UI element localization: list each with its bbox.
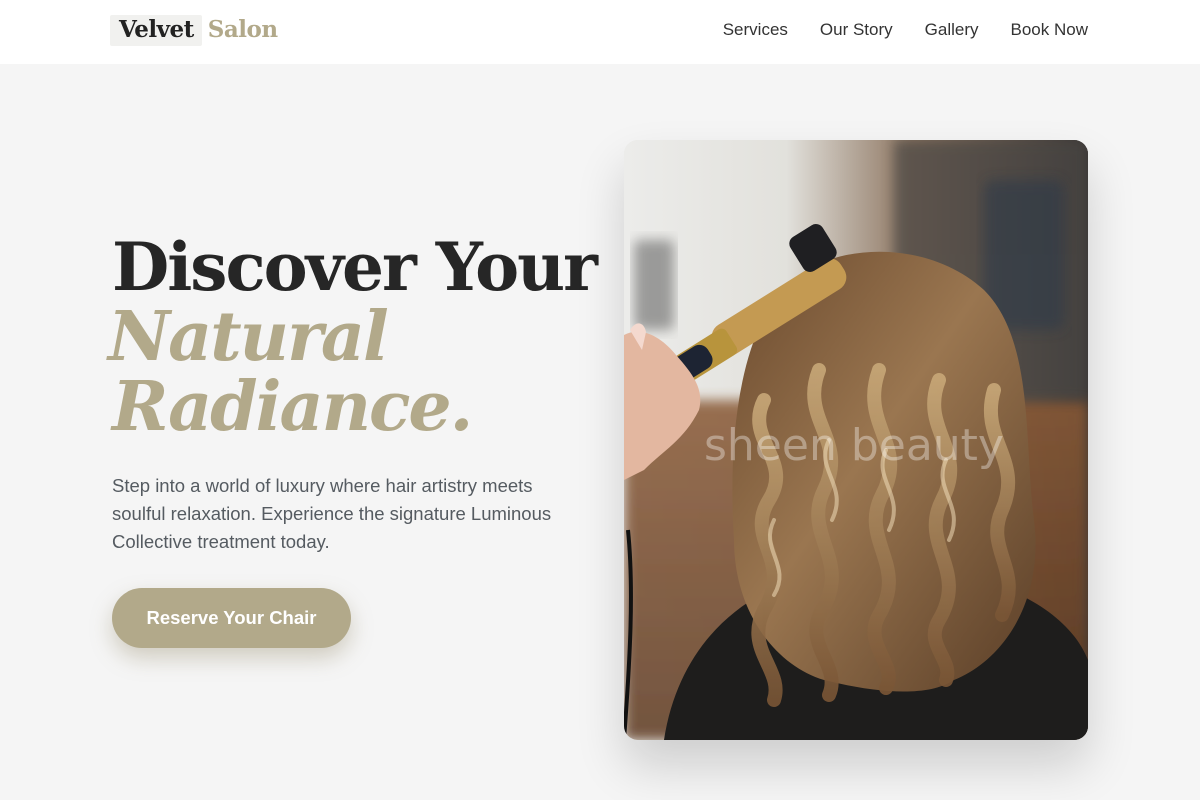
- nav-book-now-link[interactable]: Book Now: [1011, 20, 1088, 40]
- hero-title-line3: Radiance.: [112, 367, 473, 447]
- logo-word: Velvet: [110, 15, 202, 46]
- hero-photo: sheen beauty: [624, 140, 1088, 740]
- logo-accent: Salon: [207, 16, 278, 43]
- hero-title: Discover Your Natural Radiance.: [108, 228, 598, 447]
- nav-gallery-link[interactable]: Gallery: [925, 20, 979, 40]
- nav-services-link[interactable]: Services: [723, 20, 788, 40]
- hero-description: Step into a world of luxury where hair a…: [112, 475, 552, 552]
- hair-styling-illustration: sheen beauty: [624, 140, 1088, 740]
- logo[interactable]: Velvet Salon: [110, 15, 278, 46]
- main-nav: Services Our Story Gallery Book Now: [723, 20, 1088, 40]
- photo-watermark: sheen beauty: [704, 420, 1004, 471]
- reserve-chair-button[interactable]: Reserve Your Chair: [112, 588, 351, 648]
- site-header: Velvet Salon Services Our Story Gallery …: [0, 0, 1200, 64]
- nav-our-story-link[interactable]: Our Story: [820, 20, 893, 40]
- hero-title-line1: Discover Your: [112, 228, 598, 306]
- hero-title-line2: Natural: [108, 297, 389, 377]
